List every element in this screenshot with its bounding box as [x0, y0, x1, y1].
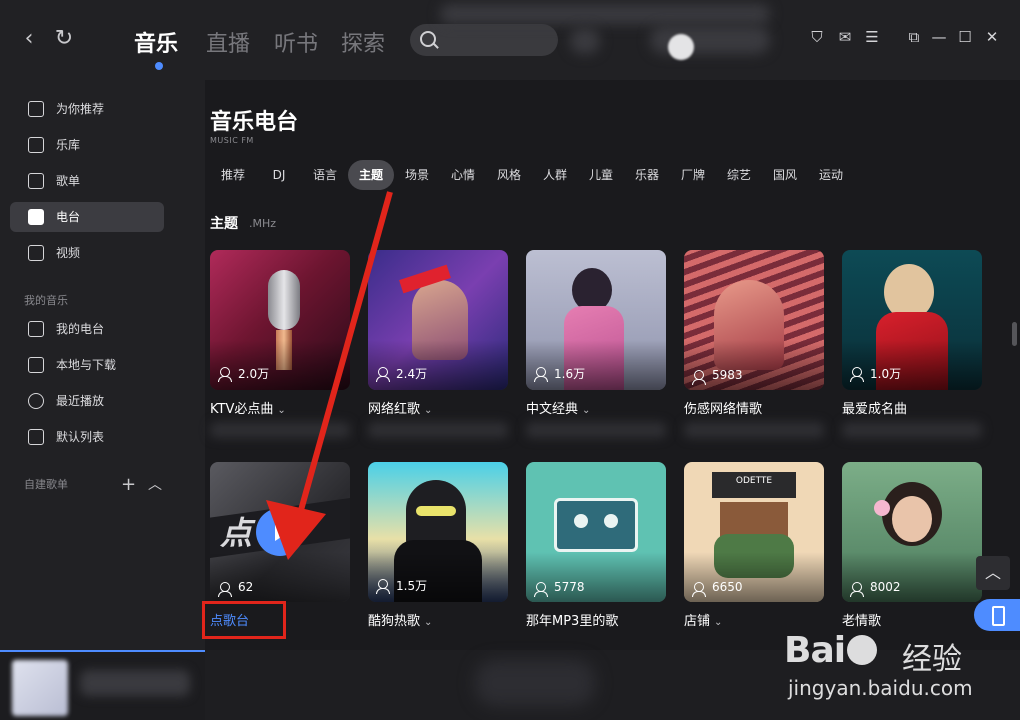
baidu-jingyan-watermark: Bai 经验 jingyan.baidu.com [784, 630, 1014, 715]
paw-icon [847, 635, 878, 665]
arrow-shaft [293, 191, 393, 529]
red-arrow-annotation [266, 191, 393, 560]
watermark-logo: Bai [784, 630, 879, 671]
arrow-head [266, 500, 326, 560]
watermark-url: jingyan.baidu.com [788, 676, 973, 700]
back-to-top-button[interactable]: ︿ [976, 556, 1010, 590]
watermark-logo-text: Bai [784, 630, 846, 671]
phone-icon[interactable] [974, 599, 1020, 631]
scrollbar-thumb[interactable] [1012, 322, 1017, 346]
watermark-logo-suffix: 经验 [902, 642, 962, 677]
